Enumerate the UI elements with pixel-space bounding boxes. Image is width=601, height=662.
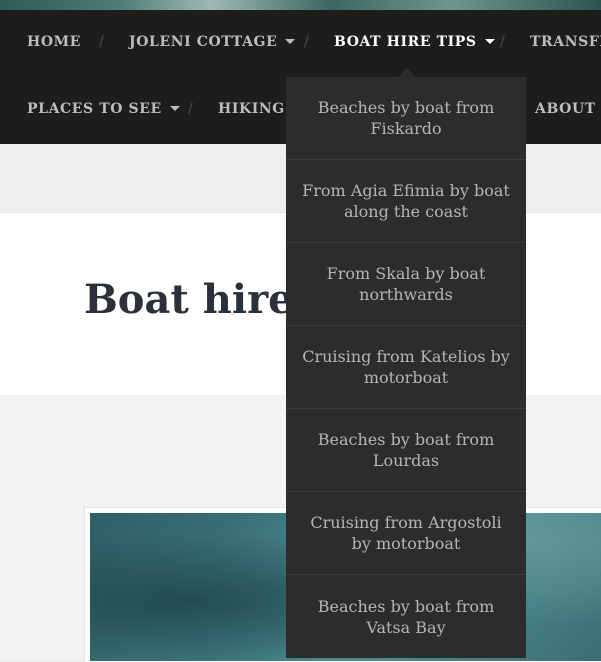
dropdown-item-argostoli[interactable]: Cruising from Argostoli by motorboat	[286, 492, 526, 575]
nav-item-about[interactable]: ABOUT M	[535, 77, 601, 144]
nav-item-label: PLACES TO SEE	[27, 101, 162, 117]
chevron-down-icon	[484, 38, 495, 44]
nav-separator: /	[500, 34, 505, 50]
nav-separator: /	[304, 34, 309, 50]
dropdown-item-katelios[interactable]: Cruising from Katelios by motorboat	[286, 326, 526, 409]
header-image-strip	[0, 0, 601, 10]
nav-item-transfers[interactable]: TRANSFE	[530, 10, 601, 77]
nav-separator: /	[99, 34, 104, 50]
nav-item-places-to-see[interactable]: PLACES TO SEE	[27, 77, 180, 144]
nav-item-label: JOLENI COTTAGE	[129, 34, 278, 50]
nav-item-label: BOAT HIRE TIPS	[334, 34, 477, 50]
nav-item-label: ABOUT M	[535, 101, 601, 117]
dropdown-pointer	[398, 68, 416, 77]
nav-row-primary: HOME / JOLENI COTTAGE / BOAT HIRE TIPS /…	[0, 10, 601, 77]
dropdown-item-fiskardo[interactable]: Beaches by boat from Fiskardo	[286, 77, 526, 160]
nav-item-joleni-cottage[interactable]: JOLENI COTTAGE	[129, 10, 296, 77]
nav-item-boat-hire-tips[interactable]: BOAT HIRE TIPS	[334, 10, 495, 77]
nav-item-label: TRANSFE	[530, 34, 601, 50]
dropdown-item-agia-efimia[interactable]: From Agia Efimia by boat along the coast	[286, 160, 526, 243]
dropdown-item-skala[interactable]: From Skala by boat northwards	[286, 243, 526, 326]
chevron-down-icon	[285, 38, 296, 44]
nav-separator: /	[188, 101, 193, 117]
dropdown-item-lourdas[interactable]: Beaches by boat from Lourdas	[286, 409, 526, 492]
nav-item-label: HOME	[27, 34, 81, 50]
dropdown-item-vatsa-bay[interactable]: Beaches by boat from Vatsa Bay	[286, 575, 526, 658]
boat-hire-tips-dropdown: Beaches by boat from Fiskardo From Agia …	[286, 77, 526, 658]
nav-item-home[interactable]: HOME	[27, 10, 81, 77]
chevron-down-icon	[169, 105, 180, 111]
